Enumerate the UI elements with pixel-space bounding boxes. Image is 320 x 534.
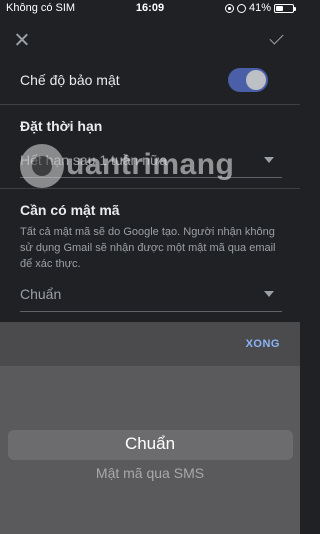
select-underline [20, 311, 282, 312]
option-picker: XONG Chuẩn Mật mã qua SMS [0, 322, 300, 534]
check-icon[interactable] [266, 28, 290, 52]
picker-option-selected[interactable]: Chuẩn [0, 434, 300, 454]
confidential-mode-toggle[interactable] [228, 68, 268, 92]
picker-toolbar: XONG [0, 322, 300, 366]
confidential-mode-row: Chế độ bảo mật [0, 62, 300, 98]
top-bar [0, 22, 300, 58]
battery-icon [274, 3, 296, 13]
battery-level [276, 5, 283, 11]
watermark-text: uantrimang [66, 148, 235, 181]
picker-wheel[interactable]: Chuẩn Mật mã qua SMS [0, 366, 300, 534]
passcode-title: Cần có mật mã [20, 202, 120, 218]
orientation-lock-icon [224, 3, 234, 13]
close-icon[interactable] [10, 28, 34, 52]
status-right: 41% [224, 2, 296, 14]
watermark: uantrimang [20, 144, 280, 190]
alarm-icon [236, 3, 246, 13]
done-button[interactable]: XONG [246, 338, 280, 350]
picker-option[interactable]: Mật mã qua SMS [0, 465, 300, 481]
status-bar: Không có SIM 16:09 41% [0, 0, 300, 18]
battery-percent: 41% [248, 2, 271, 14]
divider [0, 104, 300, 105]
dropdown-arrow-icon [264, 291, 274, 297]
passcode-select[interactable]: Chuẩn [20, 282, 282, 312]
expiry-title: Đặt thời hạn [20, 118, 103, 134]
confidential-mode-label: Chế độ bảo mật [20, 72, 120, 88]
passcode-description: Tất cả mật mã sẽ do Google tạo. Người nh… [20, 226, 276, 270]
passcode-value: Chuẩn [20, 286, 62, 302]
toggle-knob [246, 70, 266, 90]
watermark-logo-icon [20, 144, 64, 188]
